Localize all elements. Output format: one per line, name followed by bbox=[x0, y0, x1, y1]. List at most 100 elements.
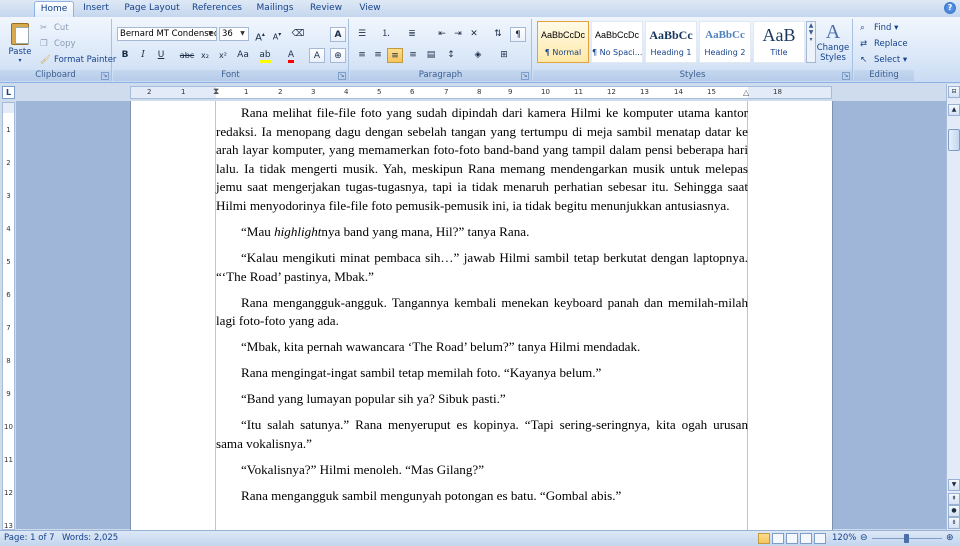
align-center-button[interactable]: ≡ bbox=[370, 48, 386, 63]
font-color-button[interactable]: A bbox=[283, 48, 299, 63]
tab-home[interactable]: Home bbox=[34, 1, 74, 17]
tab-view[interactable]: View bbox=[354, 1, 386, 17]
decrease-indent-button[interactable]: ⇤ bbox=[434, 27, 450, 42]
style-name: ¶ No Spaci... bbox=[592, 48, 642, 57]
ruler-number: 15 bbox=[707, 88, 716, 96]
underline-button[interactable]: U bbox=[153, 48, 169, 63]
draft-view-icon[interactable] bbox=[814, 533, 826, 544]
browse-object-icon[interactable]: ● bbox=[948, 505, 960, 517]
print-layout-view-icon[interactable] bbox=[758, 533, 770, 544]
paragraph[interactable]: “Mau highlightnya band yang mana, Hil?” … bbox=[216, 223, 748, 242]
superscript-button[interactable]: x² bbox=[215, 48, 231, 63]
subscript-button[interactable]: x₂ bbox=[197, 48, 213, 63]
shading-button[interactable]: ◈ bbox=[470, 48, 486, 63]
first-line-indent-marker-icon[interactable]: ⧗ bbox=[213, 87, 219, 98]
style-heading-2[interactable]: AaBbCc Heading 2 bbox=[699, 21, 751, 63]
tab-page-layout[interactable]: Page Layout bbox=[122, 1, 182, 17]
clipboard-launcher-icon[interactable]: ↘ bbox=[101, 72, 109, 80]
font-name-combo[interactable]: Bernard MT Condensed ▼ bbox=[117, 27, 217, 41]
strikethrough-button[interactable]: abc bbox=[179, 48, 195, 63]
paste-button[interactable]: Paste ▾ bbox=[6, 21, 34, 66]
clear-formatting-button[interactable]: ⌫ bbox=[290, 27, 306, 42]
next-page-icon[interactable]: ⇟ bbox=[948, 517, 960, 529]
ruler-toggle-icon[interactable]: ⊟ bbox=[948, 86, 960, 98]
tab-mailings[interactable]: Mailings bbox=[252, 1, 298, 17]
styles-launcher-icon[interactable]: ↘ bbox=[842, 72, 850, 80]
paragraph[interactable]: “Vokalisnya?” Hilmi menoleh. “Mas Gilang… bbox=[216, 461, 748, 480]
enclose-characters-button[interactable]: ⊕ bbox=[330, 48, 346, 63]
right-indent-marker-icon[interactable]: △ bbox=[743, 87, 749, 98]
full-screen-reading-view-icon[interactable] bbox=[772, 533, 784, 544]
zoom-out-icon[interactable]: ⊖ bbox=[860, 531, 868, 546]
outline-view-icon[interactable] bbox=[800, 533, 812, 544]
paragraph[interactable]: Rana mengangguk sambil mengunyah potonga… bbox=[216, 487, 748, 506]
borders-button[interactable]: ⊞ bbox=[496, 48, 512, 63]
tab-references[interactable]: References bbox=[190, 1, 244, 17]
style-normal[interactable]: AaBbCcDc ¶ Normal bbox=[537, 21, 589, 63]
distributed-button[interactable]: ▤ bbox=[423, 48, 439, 63]
page-count[interactable]: Page: 1 of 7 bbox=[4, 531, 55, 546]
format-painter-button[interactable]: 🖌 Format Painter bbox=[40, 54, 116, 68]
chinese-layout-button[interactable]: ✕ bbox=[466, 27, 482, 42]
style-title[interactable]: AaB Title bbox=[753, 21, 805, 63]
clipboard-group: Paste ▾ ✂ Cut ❐ Copy 🖌 Format Painter Clipb… bbox=[0, 19, 116, 81]
font-size-combo[interactable]: 36 ▼ bbox=[219, 27, 249, 41]
numbering-button[interactable]: ⒈ bbox=[378, 27, 394, 42]
document-text[interactable]: Rana melihat file-file foto yang sudah d… bbox=[216, 104, 748, 513]
document-page[interactable]: Rana melihat file-file foto yang sudah d… bbox=[130, 101, 833, 531]
italic-button[interactable]: I bbox=[135, 48, 151, 63]
vertical-scrollbar[interactable]: ⊟ ▲ ▼ ⇞ ● ⇟ bbox=[946, 84, 960, 530]
replace-button[interactable]: ⇄ Replace bbox=[860, 38, 908, 52]
change-case-button[interactable]: Aa bbox=[235, 48, 251, 63]
scroll-up-icon[interactable]: ▲ bbox=[948, 104, 960, 116]
styles-gallery-scroll[interactable]: ▲ ▼ ▾ bbox=[806, 21, 816, 63]
word-count[interactable]: Words: 2,025 bbox=[62, 531, 118, 546]
paragraph-launcher-icon[interactable]: ↘ bbox=[521, 72, 529, 80]
zoom-level[interactable]: 120% bbox=[832, 531, 856, 546]
change-styles-button[interactable]: A Change Styles bbox=[816, 21, 850, 63]
style-no-spacing[interactable]: AaBbCcDc ¶ No Spaci... bbox=[591, 21, 643, 63]
cut-button[interactable]: ✂ Cut bbox=[40, 22, 69, 36]
align-left-button[interactable]: ≡ bbox=[354, 48, 370, 63]
previous-page-icon[interactable]: ⇞ bbox=[948, 493, 960, 505]
select-button[interactable]: ↖ Select ▾ bbox=[860, 54, 907, 68]
horizontal-ruler[interactable]: 2 1 1 2 3 4 5 6 7 8 9 10 11 12 13 14 15 … bbox=[130, 86, 832, 99]
line-spacing-button[interactable]: ↕ bbox=[443, 48, 459, 63]
multilevel-list-button[interactable]: ≣ bbox=[404, 27, 420, 42]
bold-button[interactable]: B bbox=[117, 48, 133, 63]
paragraph[interactable]: Rana mengingat-ingat sambil tetap memila… bbox=[216, 364, 748, 383]
sort-button[interactable]: ⇅ bbox=[490, 27, 506, 42]
help-icon[interactable]: ? bbox=[944, 2, 956, 14]
character-shading-button[interactable]: A bbox=[309, 48, 325, 63]
paragraph[interactable]: Rana mengangguk-angguk. Tangannya kembal… bbox=[216, 294, 748, 331]
vertical-ruler[interactable]: 1 2 3 4 5 6 7 8 9 10 11 12 13 bbox=[2, 102, 15, 530]
scroll-down-icon[interactable]: ▼ bbox=[948, 479, 960, 491]
find-button[interactable]: ⌕ Find ▾ bbox=[860, 22, 898, 36]
web-layout-view-icon[interactable] bbox=[786, 533, 798, 544]
font-launcher-icon[interactable]: ↘ bbox=[338, 72, 346, 80]
paragraph[interactable]: “Band yang lumayan popular sih ya? Sibuk… bbox=[216, 390, 748, 409]
grow-font-button[interactable]: A▴ bbox=[252, 27, 268, 43]
increase-indent-button[interactable]: ⇥ bbox=[450, 27, 466, 42]
paragraph[interactable]: “Mbak, kita pernah wawancara ‘The Road’ … bbox=[216, 338, 748, 357]
highlight-color-button[interactable]: ab bbox=[257, 48, 273, 63]
tab-insert[interactable]: Insert bbox=[78, 1, 114, 17]
style-preview: AaBbCc bbox=[649, 28, 693, 42]
align-right-button[interactable]: ≡ bbox=[387, 48, 403, 63]
copy-label: Copy bbox=[54, 39, 76, 49]
zoom-in-icon[interactable]: ⊕ bbox=[946, 531, 954, 546]
tab-review[interactable]: Review bbox=[306, 1, 346, 17]
zoom-slider-thumb[interactable] bbox=[904, 534, 909, 543]
style-heading-1[interactable]: AaBbCc Heading 1 bbox=[645, 21, 697, 63]
paragraph[interactable]: Rana melihat file-file foto yang sudah d… bbox=[216, 104, 748, 216]
paragraph[interactable]: “Itu salah satunya.” Rana menyeruput es … bbox=[216, 416, 748, 453]
tab-selector-icon[interactable]: L bbox=[2, 86, 15, 99]
paragraph[interactable]: “Kalau mengikuti minat pembaca sih…” jaw… bbox=[216, 249, 748, 286]
justify-button[interactable]: ≡ bbox=[405, 48, 421, 63]
text-effects-button[interactable]: A bbox=[330, 27, 346, 42]
shrink-font-button[interactable]: A▾ bbox=[269, 27, 285, 42]
copy-button[interactable]: ❐ Copy bbox=[40, 38, 76, 52]
bullets-button[interactable]: ☰ bbox=[354, 27, 370, 42]
scroll-thumb[interactable] bbox=[948, 129, 960, 151]
show-marks-button[interactable]: ¶ bbox=[510, 27, 526, 42]
